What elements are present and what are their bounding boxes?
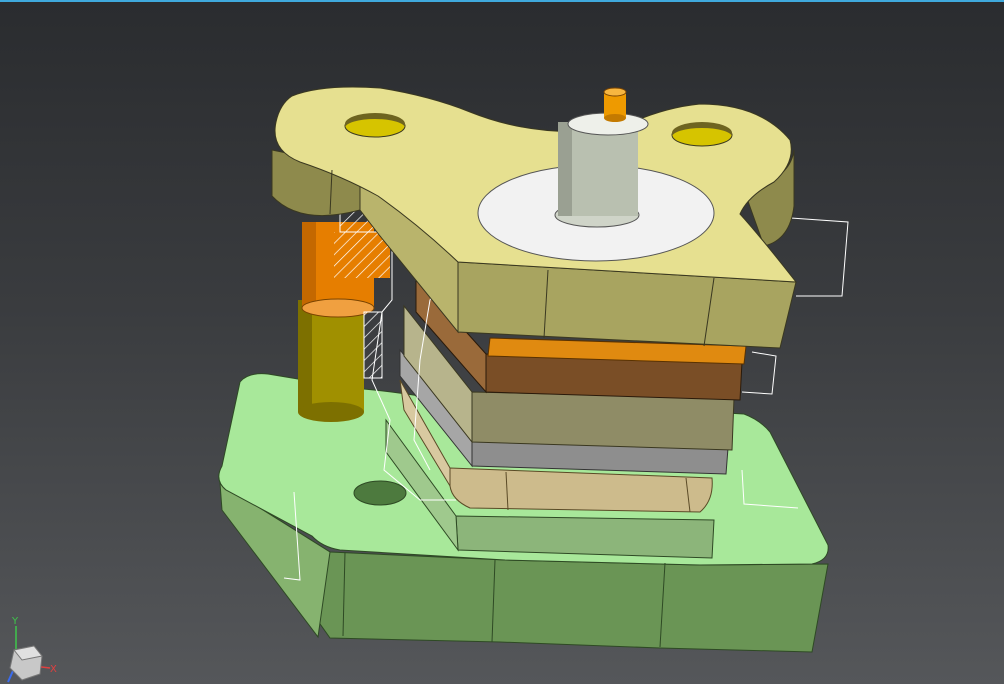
orientation-triad[interactable]: Y X <box>0 612 70 684</box>
guide-bushing-bottom <box>301 298 375 318</box>
punch-shaft[interactable] <box>554 112 649 228</box>
pilot-pin-bottom <box>604 114 626 122</box>
section-hatch-left <box>363 311 383 379</box>
section-hatch-orange-lines <box>334 232 390 278</box>
pilot-pin[interactable] <box>603 87 627 122</box>
section-wireframe <box>741 351 777 395</box>
punch-shaft-shade <box>558 122 572 216</box>
y-axis-label: Y <box>11 616 19 627</box>
guide-bushing-shade <box>302 222 316 310</box>
olive-plate-front <box>471 391 735 451</box>
guide-post-shade <box>298 300 312 412</box>
guide-post[interactable] <box>298 300 364 422</box>
pilot-pin-top <box>603 87 627 97</box>
3d-viewport[interactable]: Y X <box>0 0 1004 684</box>
guide-post-bottom <box>298 402 364 422</box>
x-axis-label: X <box>50 664 57 675</box>
press-die-assembly-model[interactable] <box>0 0 1004 684</box>
die-shoe-hole <box>353 480 407 506</box>
